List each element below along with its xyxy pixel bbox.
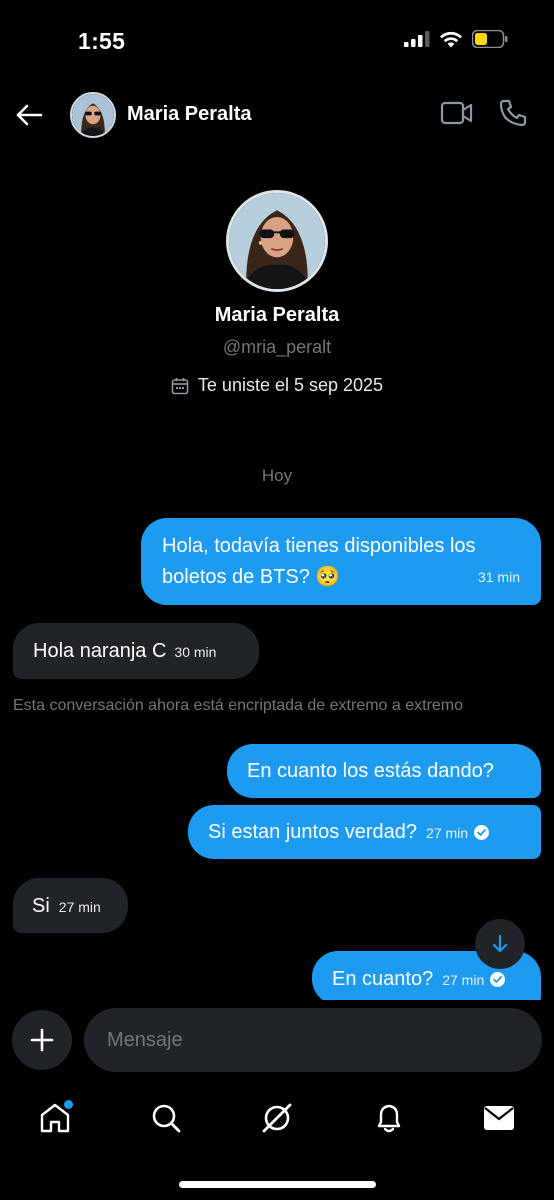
search-icon bbox=[152, 1104, 181, 1133]
message-time-text: 27 min bbox=[442, 972, 485, 988]
profile-avatar[interactable] bbox=[226, 190, 328, 292]
avatar-photo bbox=[229, 193, 325, 289]
message-bubble-incoming[interactable]: Hola naranja C 30 min bbox=[13, 623, 259, 679]
message-text: En cuanto los estás dando? bbox=[247, 760, 494, 782]
message-text: En cuanto? bbox=[332, 968, 434, 990]
status-bar: 1:55 bbox=[0, 0, 554, 84]
avatar-photo bbox=[72, 94, 114, 136]
message-time: 27 min bbox=[442, 965, 506, 996]
tab-messages[interactable] bbox=[479, 1098, 519, 1138]
profile-name: Maria Peralta bbox=[214, 304, 340, 326]
arrow-down-icon bbox=[492, 934, 508, 953]
message-bubble-outgoing[interactable]: Hola, todavía tienes disponibles los bol… bbox=[141, 518, 541, 605]
back-button[interactable] bbox=[12, 98, 46, 132]
tab-home[interactable] bbox=[35, 1098, 75, 1138]
notification-dot bbox=[64, 1100, 73, 1109]
voice-call-button[interactable] bbox=[498, 98, 530, 130]
profile-joined-date: Te uniste el 5 sep 2025 bbox=[0, 375, 554, 396]
chat-header: Maria Peralta bbox=[0, 84, 554, 144]
encryption-notice: Esta conversación ahora está encriptada … bbox=[13, 697, 464, 714]
video-camera-icon bbox=[440, 101, 473, 125]
bottom-tab-bar bbox=[0, 1082, 554, 1200]
tab-notifications[interactable] bbox=[369, 1098, 409, 1138]
plus-icon bbox=[30, 1028, 54, 1052]
status-icons bbox=[404, 30, 508, 48]
message-composer bbox=[0, 1000, 554, 1082]
grok-icon bbox=[262, 1103, 292, 1133]
tab-grok[interactable] bbox=[257, 1098, 297, 1138]
message-bubble-incoming[interactable]: Si 27 min bbox=[13, 878, 128, 933]
message-bubble-outgoing[interactable]: En cuanto los estás dando? bbox=[227, 744, 541, 798]
header-avatar[interactable] bbox=[70, 92, 116, 138]
notifications-icon bbox=[377, 1104, 401, 1133]
tab-search[interactable] bbox=[146, 1098, 186, 1138]
message-text: Si estan juntos verdad? bbox=[208, 821, 418, 843]
scroll-to-bottom-button[interactable] bbox=[475, 919, 525, 969]
arrow-left-icon bbox=[16, 104, 43, 126]
add-attachment-button[interactable] bbox=[12, 1010, 72, 1070]
cellular-signal-icon bbox=[404, 31, 430, 47]
messages-icon bbox=[484, 1106, 514, 1130]
message-text: Hola naranja C bbox=[33, 640, 167, 662]
message-text: Hola, todavía tienes disponibles los bbox=[162, 535, 476, 557]
calendar-icon bbox=[171, 377, 189, 394]
status-time: 1:55 bbox=[78, 28, 126, 54]
profile-handle: @mria_peralt bbox=[222, 337, 332, 357]
message-time: 30 min bbox=[174, 644, 217, 660]
home-indicator bbox=[179, 1181, 376, 1188]
phone-icon bbox=[499, 99, 527, 127]
message-time-text: 27 min bbox=[426, 825, 469, 841]
day-separator: Hoy bbox=[261, 466, 293, 485]
message-input[interactable] bbox=[84, 1008, 542, 1072]
message-text: Si bbox=[32, 895, 50, 917]
battery-icon bbox=[472, 30, 508, 48]
read-check-icon bbox=[474, 825, 490, 840]
header-contact-name[interactable]: Maria Peralta bbox=[127, 103, 252, 126]
message-time: 27 min bbox=[426, 818, 490, 849]
video-call-button[interactable] bbox=[440, 100, 476, 130]
message-bubble-outgoing[interactable]: Si estan juntos verdad? 27 min bbox=[188, 805, 541, 859]
wifi-icon bbox=[440, 31, 462, 47]
message-text: boletos de BTS? 🥺 bbox=[162, 566, 341, 588]
joined-text: Te uniste el 5 sep 2025 bbox=[197, 375, 384, 395]
message-time: 27 min bbox=[58, 899, 101, 915]
read-check-icon bbox=[490, 972, 506, 987]
message-time: 31 min bbox=[477, 569, 520, 585]
